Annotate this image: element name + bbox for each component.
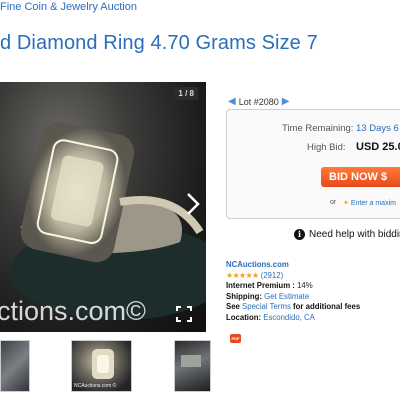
location-label: Location: [226, 312, 262, 322]
max-bid-link[interactable]: ✦ Enter a maxim [343, 199, 396, 207]
internet-premium-value: 14% [297, 281, 313, 291]
bid-panel: Time Remaining: 13 Days 6 High Bid: USD … [226, 109, 400, 219]
special-terms-link[interactable]: Special Terms [242, 302, 291, 311]
or-text: or [330, 199, 337, 206]
time-remaining-label: Time Remaining: [282, 123, 354, 134]
fullscreen-icon[interactable] [176, 306, 192, 322]
internet-premium-label: Internet Premium : [226, 281, 295, 291]
high-bid-value: USD 25.0 [356, 141, 400, 153]
high-bid-label: High Bid: [307, 142, 346, 153]
thumbnail-scale-photo [181, 355, 201, 367]
main-image[interactable]: 1 / 8 ctions.com© [0, 82, 206, 332]
watermark: ctions.com© [0, 296, 146, 326]
bidding-help-label: Need help with biddin [309, 229, 400, 240]
shipping-label: Shipping: [226, 291, 262, 301]
thumbnail-3[interactable] [174, 340, 211, 392]
review-count-link[interactable]: (2912) [261, 271, 284, 280]
chevron-right-icon[interactable] [184, 192, 202, 216]
seller-name-link[interactable]: NCAuctions.com [226, 260, 289, 269]
rating-stars-icon: ★★★★★ [226, 270, 259, 280]
lot-number: Lot #2080 [238, 96, 279, 107]
pdf-icon[interactable]: PDF [230, 334, 241, 343]
time-remaining-value: 13 Days 6 [356, 123, 399, 134]
location-link[interactable]: Escondido, CA [263, 313, 315, 322]
max-bid-link-label: Enter a maxim [350, 200, 396, 207]
ring-photo [10, 121, 206, 320]
thumbnail-2[interactable]: NCAuctions.com © [71, 340, 132, 392]
seller-info: NCAuctions.com ★★★★★ (2912) Internet Pre… [226, 260, 360, 324]
prev-lot-icon[interactable]: ◀ [228, 96, 236, 107]
max-bid-star-icon: ✦ [343, 200, 349, 207]
next-lot-icon[interactable]: ▶ [282, 96, 290, 107]
info-icon: i [294, 229, 305, 240]
thumbnail-1[interactable] [0, 340, 30, 392]
breadcrumb[interactable]: Fine Coin & Jewelry Auction [0, 1, 137, 13]
bidding-help-link[interactable]: i Need help with biddin [294, 229, 400, 240]
see-text: See [226, 302, 240, 312]
lot-navigation: ◀ Lot #2080 ▶ [228, 96, 289, 107]
image-counter: 1 / 8 [174, 87, 198, 100]
page-title: d Diamond Ring 4.70 Grams Size 7 [0, 32, 318, 54]
shipping-estimate-link[interactable]: Get Estimate [264, 292, 309, 301]
bid-now-button[interactable]: BID NOW $ [321, 167, 400, 187]
additional-fees-text: for additional fees [293, 302, 361, 312]
thumbnail-caption: NCAuctions.com © [74, 383, 117, 389]
